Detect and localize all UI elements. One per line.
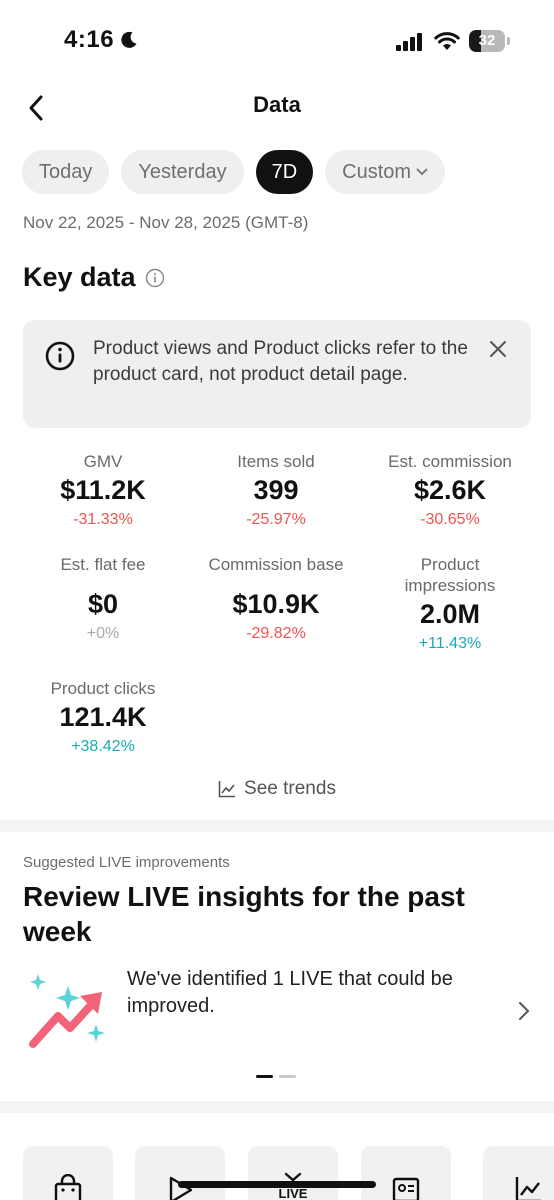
- tool-profile[interactable]: [361, 1146, 451, 1200]
- metric-est-flat-fee[interactable]: Est. flat fee $0 +0%: [18, 554, 188, 643]
- info-circle-icon: [45, 341, 75, 371]
- tool-live[interactable]: LIVE: [248, 1146, 338, 1200]
- page-dot[interactable]: [256, 1075, 273, 1078]
- shopping-bag-icon: [54, 1174, 82, 1200]
- close-icon[interactable]: [486, 337, 510, 361]
- tool-analytics[interactable]: [483, 1146, 554, 1200]
- tool-shop[interactable]: [23, 1146, 113, 1200]
- see-trends-button[interactable]: See trends: [0, 778, 554, 800]
- status-bar: 4:16 32: [0, 0, 554, 80]
- metric-product-impressions[interactable]: Product impressions 2.0M +11.43%: [365, 554, 535, 653]
- metric-gmv[interactable]: GMV $11.2K -31.33%: [18, 451, 188, 529]
- metric-est-commission[interactable]: Est. commission $2.6K -30.65%: [365, 451, 535, 529]
- notice-text: Product views and Product clicks refer t…: [93, 338, 468, 385]
- suggestions-title: Review LIVE insights for the past week: [23, 881, 465, 947]
- tab-yesterday[interactable]: Yesterday: [121, 150, 244, 194]
- suggestions-label: Suggested LIVE improvements: [23, 854, 230, 871]
- chevron-right-icon[interactable]: [516, 999, 532, 1023]
- tab-custom[interactable]: Custom: [325, 150, 446, 194]
- wifi-icon: [434, 32, 460, 50]
- tab-today[interactable]: Today: [22, 150, 110, 194]
- cellular-signal-icon: [396, 33, 422, 51]
- moon-icon: [121, 31, 137, 48]
- status-time: 4:16: [64, 26, 115, 53]
- date-tabs: Today Yesterday 7D Custom: [22, 150, 446, 194]
- section-divider: [0, 820, 554, 832]
- trend-chart-icon: [218, 781, 236, 798]
- suggestion-text: We've identified 1 LIVE that could be im…: [127, 968, 453, 1017]
- info-icon[interactable]: [145, 268, 165, 288]
- key-data-title: Key data: [23, 262, 165, 293]
- carousel-pagination: [256, 1075, 296, 1078]
- chevron-down-icon: [416, 168, 428, 176]
- date-range: Nov 22, 2025 - Nov 28, 2025 (GMT-8): [23, 213, 309, 232]
- section-divider: [0, 1101, 554, 1113]
- tool-video[interactable]: [135, 1146, 225, 1200]
- page-dot[interactable]: [279, 1075, 296, 1078]
- info-notice: Product views and Product clicks refer t…: [23, 320, 531, 428]
- metric-items-sold[interactable]: Items sold 399 -25.97%: [191, 451, 361, 529]
- chart-icon: [515, 1177, 541, 1200]
- home-indicator: [178, 1181, 376, 1188]
- metric-product-clicks[interactable]: Product clicks 121.4K +38.42%: [18, 678, 188, 756]
- id-card-icon: [392, 1177, 420, 1200]
- battery-level: 32: [478, 32, 496, 49]
- growth-arrow-illustration: [29, 974, 105, 1048]
- battery-icon: 32: [469, 30, 510, 52]
- page-title: Data: [253, 92, 301, 117]
- tab-7d[interactable]: 7D: [255, 150, 314, 194]
- metric-commission-base[interactable]: Commission base $10.9K -29.82%: [191, 554, 361, 643]
- svg-text:LIVE: LIVE: [279, 1186, 308, 1200]
